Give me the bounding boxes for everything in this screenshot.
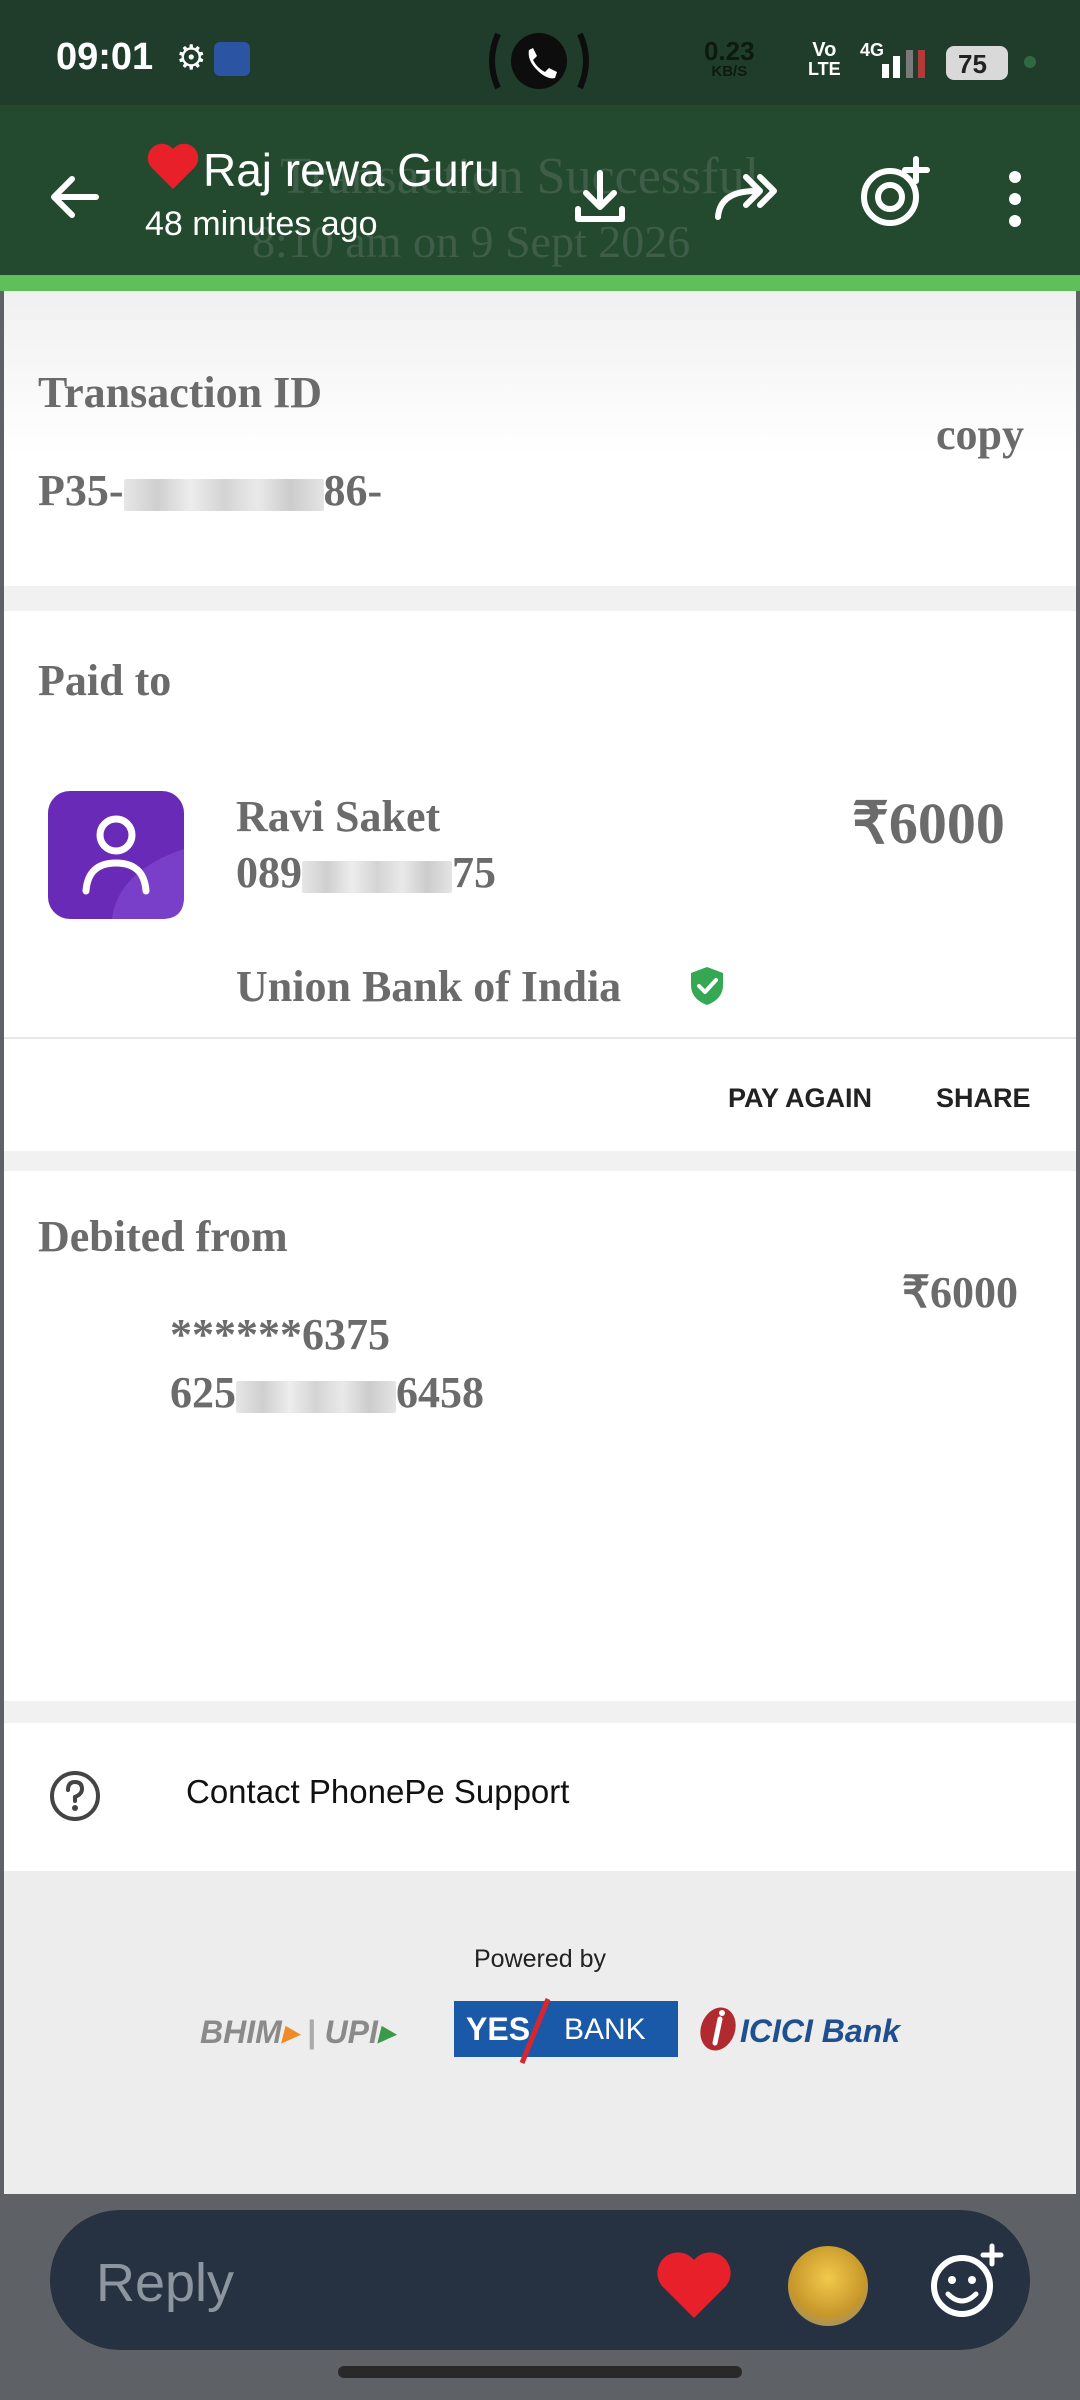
story-header: Transaction Successful 8:10 am on 9 Sept… bbox=[0, 105, 1080, 275]
cast-icon bbox=[214, 42, 250, 76]
net-speed: 0.23 KB/S bbox=[704, 36, 755, 80]
battery-icon: 75 bbox=[946, 46, 1008, 80]
notification-dot bbox=[1024, 56, 1036, 68]
verified-shield-icon bbox=[688, 965, 726, 1007]
help-icon bbox=[48, 1769, 102, 1823]
more-options-icon[interactable] bbox=[1000, 167, 1030, 231]
settings-icon: ⚙ bbox=[176, 39, 207, 77]
support-label[interactable]: Contact PhonePe Support bbox=[186, 1773, 569, 1811]
transaction-id-title: Transaction ID bbox=[38, 368, 322, 417]
icici-bank-logo: ICICI Bank bbox=[740, 2013, 901, 2049]
redacted-mark bbox=[302, 861, 452, 893]
share-button[interactable]: SHARE bbox=[936, 1083, 1031, 1114]
laughing-emoji-icon[interactable] bbox=[788, 2246, 868, 2326]
transaction-id-value: P35- 86- bbox=[38, 466, 383, 515]
reply-input[interactable]: Reply bbox=[96, 2252, 234, 2314]
reply-bar: Reply bbox=[50, 2210, 1030, 2350]
debited-from-title: Debited from bbox=[38, 1212, 288, 1261]
call-indicator-icon bbox=[484, 26, 594, 96]
user-icon bbox=[82, 815, 184, 919]
yes-bank-logo: YES BANK bbox=[454, 1998, 678, 2064]
payee-avatar bbox=[48, 791, 184, 919]
yes-bank-swoosh bbox=[518, 1997, 552, 2067]
volte-indicator: Vo LTE bbox=[808, 39, 841, 79]
paid-amount: ₹6000 bbox=[852, 791, 1005, 856]
contact-name[interactable]: Raj rewa Guru bbox=[203, 143, 500, 197]
story-time: 48 minutes ago bbox=[145, 205, 378, 243]
redacted-mark bbox=[236, 1381, 396, 1413]
debit-account: ******6375 bbox=[170, 1310, 390, 1359]
icici-emblem-icon bbox=[698, 2001, 742, 2053]
paid-to-actions: PAY AGAIN SHARE bbox=[4, 1039, 1076, 1151]
heart-reaction-icon[interactable] bbox=[654, 2250, 734, 2322]
forward-icon[interactable] bbox=[710, 167, 786, 227]
debit-reference: 625 6458 bbox=[170, 1368, 484, 1417]
payee-bank: Union Bank of India bbox=[236, 962, 622, 1011]
back-arrow-icon[interactable] bbox=[44, 167, 104, 227]
header-accent-bar bbox=[0, 275, 1080, 291]
support-row[interactable]: Contact PhonePe Support bbox=[4, 1723, 1076, 1871]
heart-icon bbox=[145, 141, 201, 191]
powered-by-label: Powered by bbox=[473, 1945, 607, 1973]
debited-amount: ₹6000 bbox=[902, 1268, 1018, 1317]
network-type: 4G bbox=[860, 40, 885, 60]
debited-from-card: Debited from ******6375 625 6458 ₹6000 bbox=[4, 1171, 1076, 1701]
paid-to-title: Paid to bbox=[38, 656, 172, 705]
signal-icon bbox=[882, 48, 942, 78]
payee-phone: 089 75 bbox=[236, 848, 496, 897]
receipt-image: Transaction ID P35- 86- copy Paid to Ravi… bbox=[4, 291, 1076, 2194]
status-time: 09:01 bbox=[56, 36, 154, 78]
bhim-logo: BHIM▸ | UPI▸ bbox=[200, 2014, 394, 2050]
home-indicator[interactable] bbox=[338, 2366, 742, 2378]
status-bar: 09:01 ⚙ 0.23 KB/S Vo LTE 4G 75 bbox=[0, 0, 1080, 105]
download-icon[interactable] bbox=[568, 165, 632, 229]
copy-button[interactable]: copy bbox=[936, 409, 1024, 460]
add-reaction-icon[interactable] bbox=[854, 155, 932, 233]
payee-name: Ravi Saket bbox=[236, 792, 441, 841]
pay-again-button[interactable]: PAY AGAIN bbox=[728, 1083, 872, 1114]
redacted-mark bbox=[123, 479, 324, 511]
paid-to-card: Paid to Ravi Saket 089 75 ₹6000 Union Ban… bbox=[4, 611, 1076, 1051]
powered-by-section: Powered by BHIM▸ | UPI▸ YES BANK ICICI B… bbox=[4, 1871, 1076, 2194]
transaction-id-card: Transaction ID P35- 86- copy bbox=[4, 291, 1076, 586]
emoji-picker-icon[interactable] bbox=[926, 2242, 1006, 2322]
